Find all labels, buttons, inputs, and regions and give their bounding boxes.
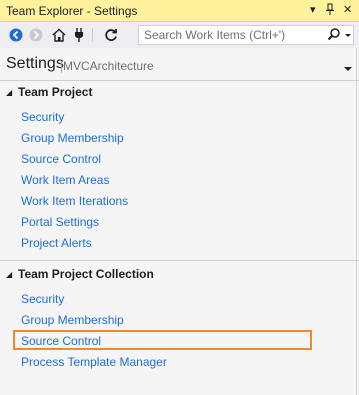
close-icon[interactable]: ✕ — [343, 3, 352, 17]
link-collection-group-membership[interactable]: Group Membership — [21, 313, 124, 327]
refresh-icon — [105, 29, 117, 41]
search-icon — [327, 28, 340, 41]
link-project-security[interactable]: Security — [21, 110, 64, 124]
connect-button[interactable] — [70, 26, 88, 44]
back-button[interactable] — [7, 26, 25, 44]
window-title: Team Explorer - Settings — [6, 4, 138, 18]
section-collection-header[interactable]: ◢ Team Project Collection — [6, 267, 154, 281]
section-team-project-header[interactable]: ◢ Team Project — [6, 85, 92, 99]
back-icon — [9, 28, 23, 42]
search-box — [138, 25, 354, 45]
page-menu-dropdown[interactable] — [343, 60, 353, 78]
page-title[interactable]: Settings — [6, 55, 64, 73]
window-menu-icon[interactable]: ▾ — [310, 3, 316, 17]
highlight-box — [13, 330, 312, 350]
page-header: Settings | MVCArchitecture — [0, 48, 359, 80]
link-project-work-item-areas[interactable]: Work Item Areas — [21, 173, 109, 187]
panel-border — [356, 48, 357, 395]
home-icon — [52, 28, 66, 42]
expand-triangle-icon: ◢ — [6, 270, 13, 279]
section-title: Team Project — [18, 85, 93, 99]
link-project-work-item-iterations[interactable]: Work Item Iterations — [21, 194, 128, 208]
header-divider — [0, 80, 359, 81]
link-project-portal-settings[interactable]: Portal Settings — [21, 215, 99, 229]
home-button[interactable] — [50, 26, 68, 44]
link-project-group-membership[interactable]: Group Membership — [21, 131, 124, 145]
toolbar-separator — [92, 28, 93, 42]
link-project-alerts[interactable]: Project Alerts — [21, 236, 92, 250]
forward-button[interactable] — [27, 26, 45, 44]
expand-triangle-icon: ◢ — [6, 88, 13, 97]
search-button[interactable] — [327, 27, 341, 43]
chevron-down-icon — [344, 67, 352, 71]
search-options-button[interactable] — [343, 28, 353, 42]
chevron-down-icon — [345, 34, 351, 37]
link-project-source-control[interactable]: Source Control — [21, 152, 101, 166]
connect-icon — [75, 28, 83, 42]
project-name: MVCArchitecture — [63, 59, 154, 73]
toolbar — [0, 22, 359, 48]
section-divider — [0, 260, 359, 261]
link-collection-security[interactable]: Security — [21, 292, 64, 306]
refresh-button[interactable] — [102, 26, 120, 44]
link-collection-process-template-manager[interactable]: Process Template Manager — [21, 355, 167, 369]
pin-icon[interactable] — [325, 3, 335, 19]
forward-icon — [29, 28, 43, 42]
section-title: Team Project Collection — [18, 267, 154, 281]
search-input[interactable] — [139, 26, 324, 44]
title-bar: Team Explorer - Settings ▾ ✕ — [0, 0, 359, 22]
